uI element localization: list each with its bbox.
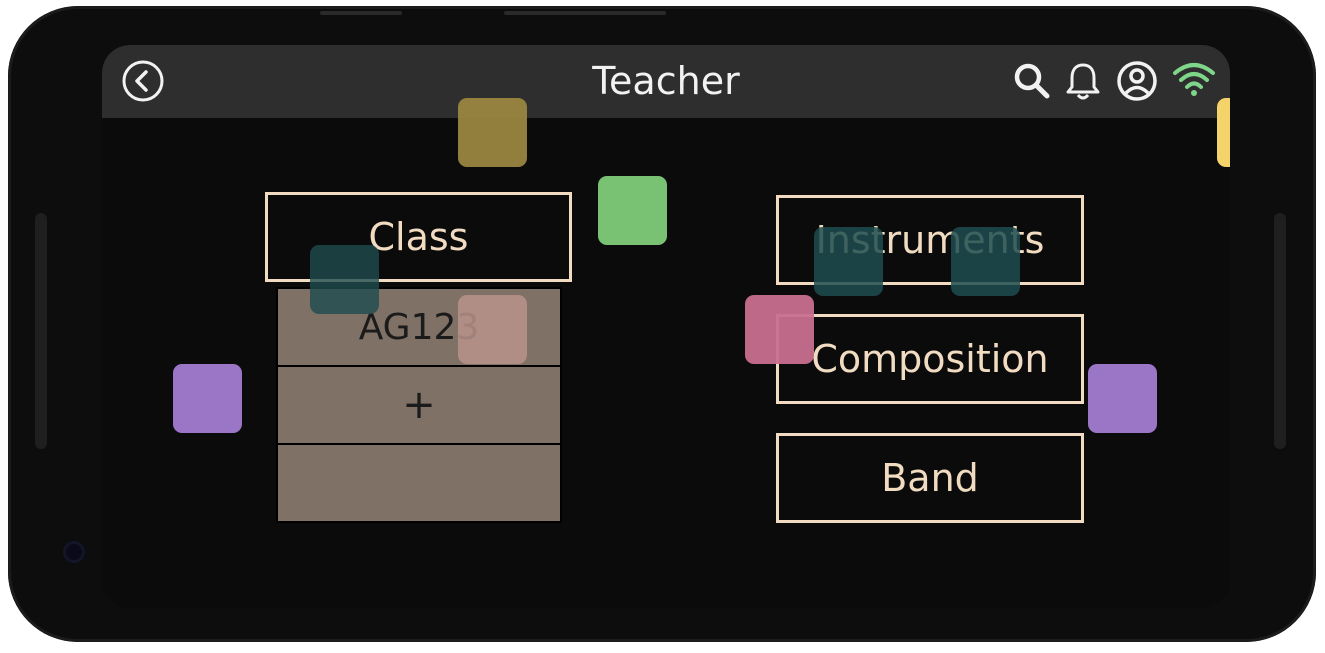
account-icon[interactable] bbox=[1116, 60, 1158, 102]
band-button[interactable]: Band bbox=[776, 433, 1084, 523]
overlay-square-yellow bbox=[1217, 98, 1230, 167]
class-row-empty[interactable] bbox=[276, 443, 562, 523]
screen: Teacher Class AG123 + Instruments Compos… bbox=[102, 45, 1230, 608]
bell-icon[interactable] bbox=[1063, 60, 1103, 102]
overlay-square-teal bbox=[310, 245, 379, 314]
app-bar: Teacher bbox=[102, 45, 1230, 118]
volume-button bbox=[504, 11, 666, 15]
overlay-square-olive bbox=[458, 98, 527, 167]
overlay-square-rose bbox=[458, 295, 527, 364]
page-title: Teacher bbox=[592, 59, 740, 103]
search-icon[interactable] bbox=[1012, 61, 1052, 101]
composition-button[interactable]: Composition bbox=[776, 314, 1084, 404]
camera bbox=[63, 541, 85, 563]
overlay-square-teal bbox=[814, 227, 883, 296]
add-class-button[interactable]: + bbox=[276, 365, 562, 445]
wifi-icon bbox=[1172, 61, 1216, 97]
right-speaker bbox=[1274, 213, 1286, 449]
power-button bbox=[320, 11, 402, 15]
overlay-square-teal bbox=[951, 227, 1020, 296]
overlay-square-green bbox=[598, 176, 667, 245]
overlay-square-purple bbox=[1088, 364, 1157, 433]
overlay-square-purple bbox=[173, 364, 242, 433]
left-speaker bbox=[35, 213, 47, 449]
overlay-square-pink bbox=[745, 295, 814, 364]
